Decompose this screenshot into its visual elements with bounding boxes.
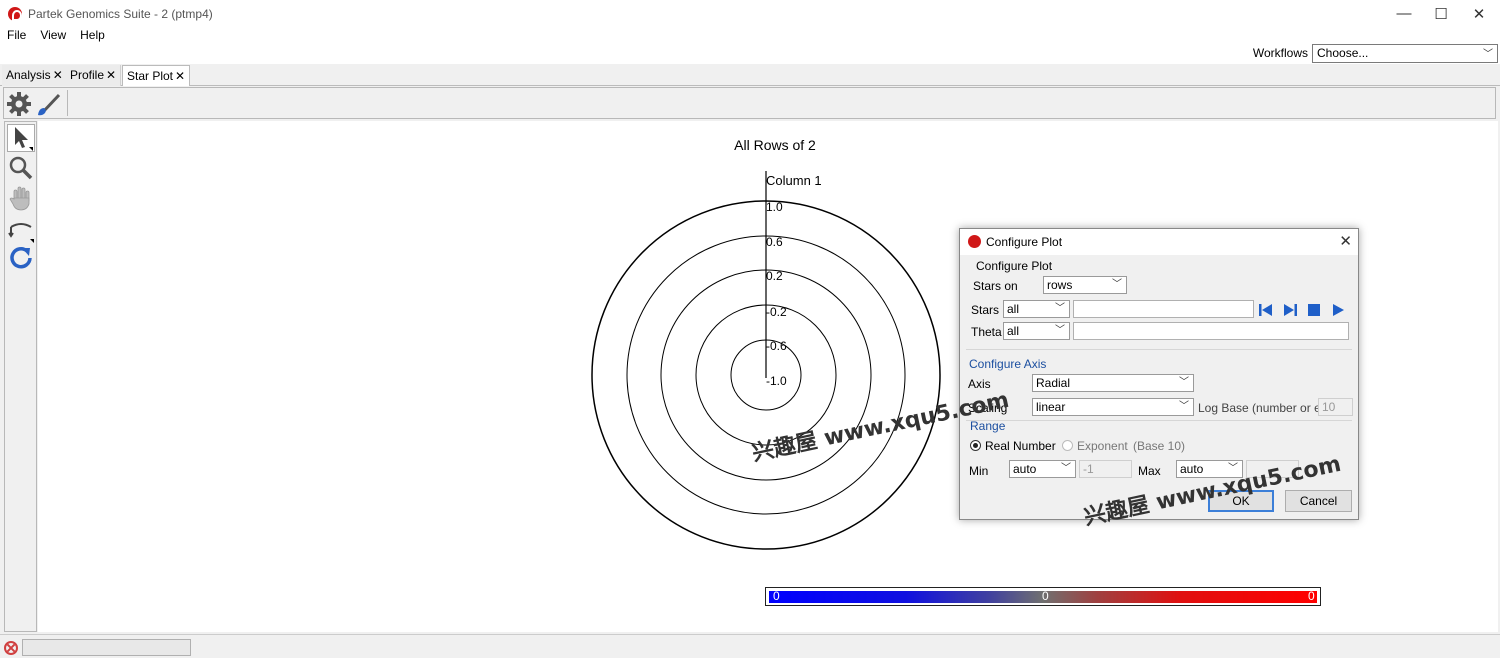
tick-label: -0.2 bbox=[766, 305, 787, 319]
real-number-label: Real Number bbox=[985, 439, 1056, 453]
color-scale-bar: 0 0 0 bbox=[765, 587, 1321, 606]
tick-label: 0.6 bbox=[766, 235, 783, 249]
min-value: auto bbox=[1013, 462, 1037, 476]
theta-label: Theta bbox=[971, 325, 1002, 339]
exponent-label: Exponent bbox=[1077, 439, 1128, 453]
tick-label: -1.0 bbox=[766, 374, 787, 388]
dialog-title-bar: Configure Plot ✕ bbox=[960, 229, 1358, 255]
theta-text-field[interactable] bbox=[1073, 322, 1349, 340]
real-number-radio[interactable] bbox=[970, 440, 981, 451]
divider bbox=[966, 420, 1352, 421]
tick-label: -0.6 bbox=[766, 339, 787, 353]
axis-label: Column 1 bbox=[766, 173, 822, 188]
stars-select[interactable]: all ﹀ bbox=[1003, 300, 1070, 318]
theta-select[interactable]: all ﹀ bbox=[1003, 322, 1070, 340]
stars-text-field[interactable] bbox=[1073, 300, 1254, 318]
next-frame-icon[interactable] bbox=[1282, 302, 1298, 318]
max-label: Max bbox=[1138, 464, 1161, 478]
min-label: Min bbox=[969, 464, 989, 478]
divider bbox=[966, 349, 1352, 350]
stars-on-select[interactable]: rows ﹀ bbox=[1043, 276, 1127, 294]
theta-value: all bbox=[1007, 324, 1020, 338]
log-base-field[interactable]: 10 bbox=[1318, 398, 1353, 416]
play-icon[interactable] bbox=[1330, 302, 1346, 318]
tick-label: 0.2 bbox=[766, 269, 783, 283]
stars-on-value: rows bbox=[1047, 278, 1073, 292]
tick-label: 1.0 bbox=[766, 200, 783, 214]
app-logo-icon bbox=[968, 235, 981, 248]
error-icon[interactable] bbox=[4, 641, 18, 655]
dialog-title: Configure Plot bbox=[986, 235, 1063, 249]
range-label: Range bbox=[970, 419, 1006, 433]
configure-axis-label: Configure Axis bbox=[969, 357, 1047, 371]
base-note: (Base 10) bbox=[1133, 439, 1186, 453]
axis-select[interactable]: Radial ﹀ bbox=[1032, 374, 1194, 392]
section-label: Configure Plot bbox=[976, 259, 1053, 273]
min-select[interactable]: auto ﹀ bbox=[1009, 460, 1076, 478]
chevron-down-icon: ﹀ bbox=[1055, 325, 1065, 336]
color-scale-min-label: 0 bbox=[773, 589, 780, 603]
stars-label: Stars bbox=[971, 303, 1000, 317]
chevron-down-icon: ﹀ bbox=[1055, 303, 1065, 314]
stop-icon[interactable] bbox=[1306, 302, 1322, 318]
color-scale-mid-label: 0 bbox=[1042, 589, 1049, 603]
first-frame-icon[interactable] bbox=[1258, 302, 1274, 318]
stars-value: all bbox=[1007, 302, 1020, 316]
scaling-value: linear bbox=[1036, 400, 1066, 414]
color-scale-max-label: 0 bbox=[1308, 589, 1315, 603]
chevron-down-icon: ﹀ bbox=[1061, 463, 1071, 474]
axis-value: Radial bbox=[1036, 376, 1071, 390]
dialog-close-button[interactable]: ✕ bbox=[1339, 232, 1352, 250]
log-base-label: Log Base (number or e) bbox=[1198, 401, 1325, 415]
cancel-button[interactable]: Cancel bbox=[1285, 490, 1352, 512]
status-bar bbox=[0, 634, 1500, 658]
chevron-down-icon: ﹀ bbox=[1179, 377, 1189, 388]
scaling-select[interactable]: linear ﹀ bbox=[1032, 398, 1194, 416]
status-field bbox=[22, 639, 191, 656]
exponent-radio[interactable] bbox=[1062, 440, 1073, 451]
chevron-down-icon: ﹀ bbox=[1112, 279, 1122, 290]
chevron-down-icon: ﹀ bbox=[1179, 401, 1189, 412]
stars-on-label: Stars on bbox=[973, 279, 1018, 293]
min-text-field[interactable]: -1 bbox=[1079, 460, 1132, 478]
